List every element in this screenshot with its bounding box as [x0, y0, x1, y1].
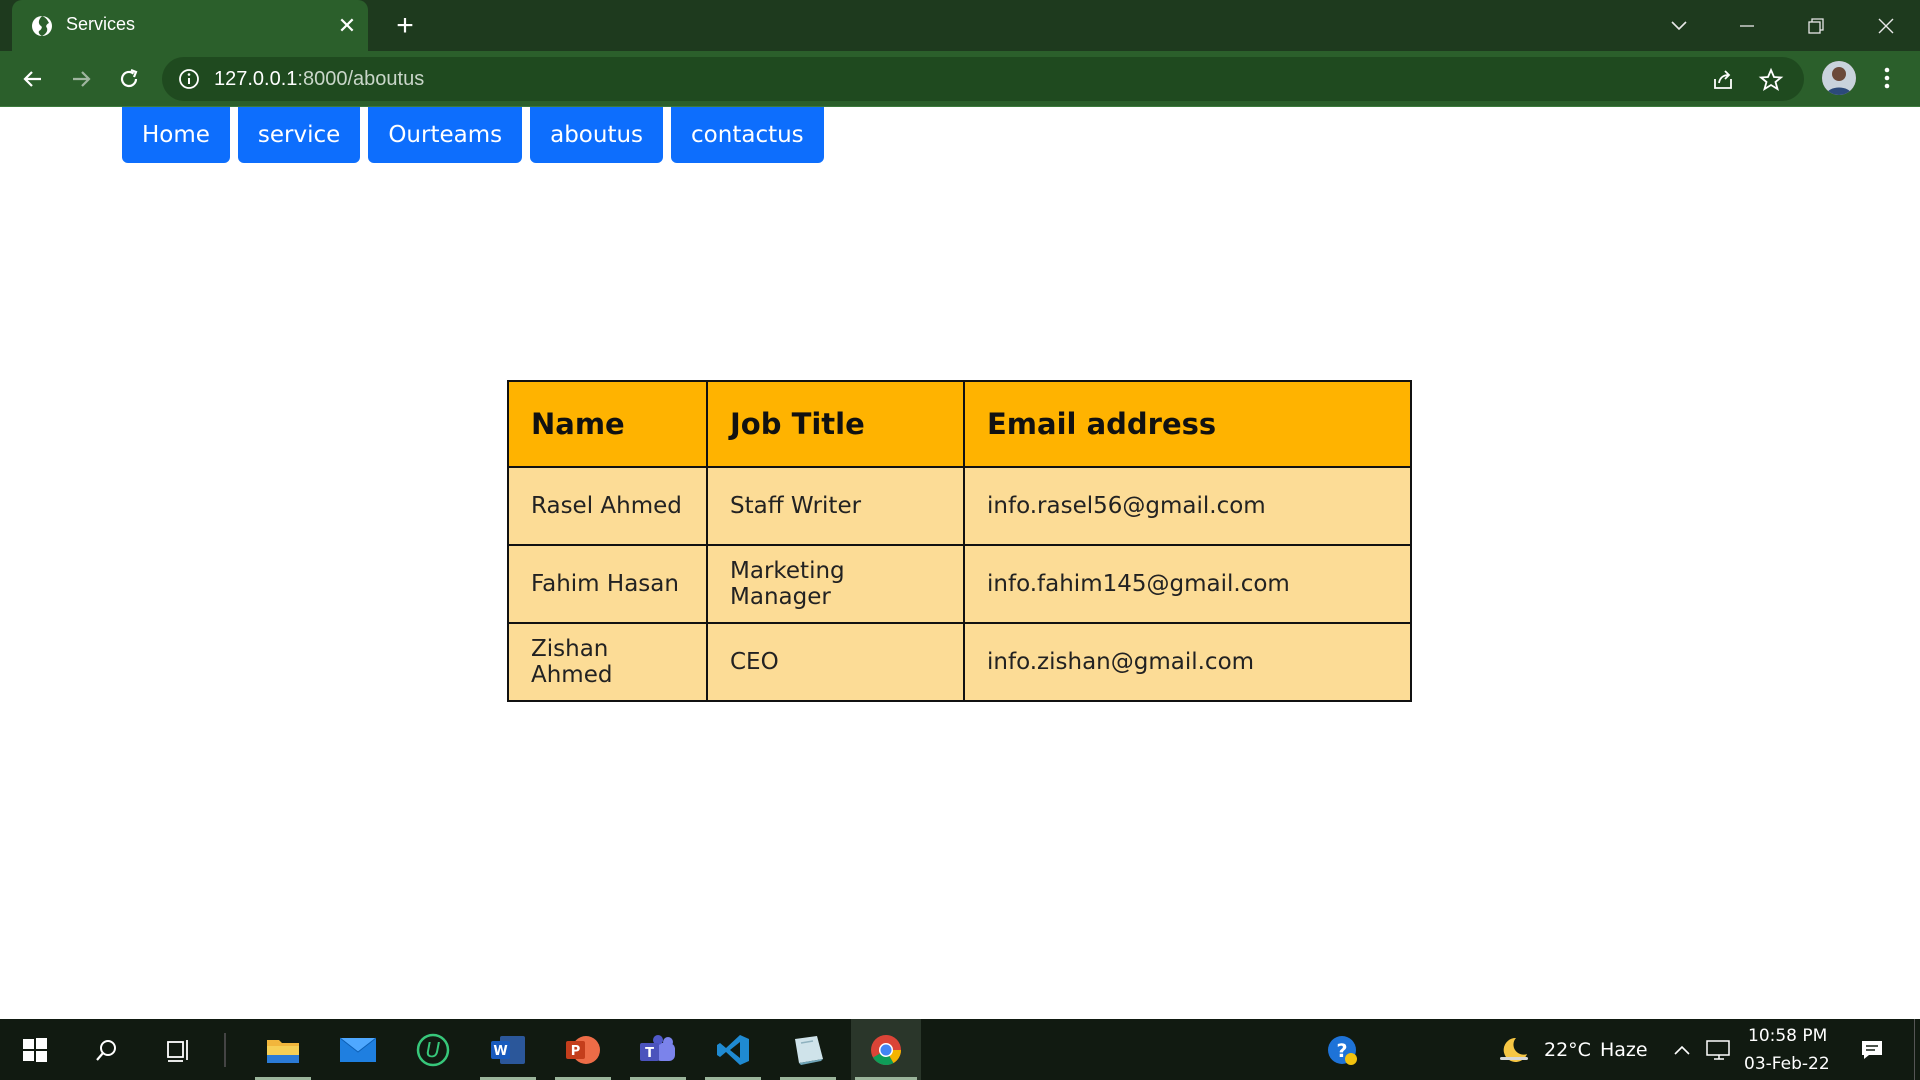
address-bar[interactable]: 127.0.0.1:8000/aboutus [162, 57, 1804, 101]
file-explorer-icon[interactable] [251, 1019, 315, 1080]
browser-tab[interactable]: Services ✕ [12, 0, 368, 51]
info-icon[interactable] [178, 68, 200, 90]
powerpoint-icon[interactable]: P [551, 1019, 615, 1080]
tab-close-icon[interactable]: ✕ [334, 13, 360, 39]
taskbar-divider [224, 1019, 226, 1080]
teams-icon[interactable]: T [626, 1019, 690, 1080]
minimize-icon[interactable] [1727, 8, 1767, 44]
main-nav: Home service Ourteams aboutus contactus [122, 107, 824, 163]
table-row: Fahim Hasan Marketing Manager info.fahim… [507, 544, 1412, 624]
nav-home-button[interactable]: Home [122, 107, 230, 163]
page-content: Home service Ourteams aboutus contactus … [0, 107, 1920, 1019]
svg-text:P: P [571, 1044, 581, 1059]
svg-text:W: W [493, 1044, 507, 1059]
cell-email: info.fahim145@gmail.com [963, 544, 1412, 624]
cell-email: info.rasel56@gmail.com [963, 466, 1412, 546]
clock-time[interactable]: 10:58 PM [1748, 1026, 1827, 1046]
cell-name: Rasel Ahmed [507, 466, 708, 546]
team-table: Name Job Title Email address Rasel Ahmed… [507, 380, 1412, 702]
vscode-icon[interactable] [701, 1019, 765, 1080]
windows-taskbar: U W P T ? 22°C Haze 10:58 PM 03-Feb-22 [0, 1019, 1920, 1080]
browser-toolbar: 127.0.0.1:8000/aboutus [0, 51, 1920, 108]
url-text: 127.0.0.1:8000/aboutus [214, 68, 425, 90]
table-row: Zishan Ahmed CEO info.zishan@gmail.com [507, 622, 1412, 702]
table-row: Rasel Ahmed Staff Writer info.rasel56@gm… [507, 466, 1412, 546]
cell-job-title: CEO [706, 622, 965, 702]
notes-app-icon[interactable] [776, 1019, 840, 1080]
nav-service-button[interactable]: service [237, 107, 361, 163]
cell-name: Fahim Hasan [507, 544, 708, 624]
help-icon[interactable]: ? [1320, 1019, 1364, 1080]
reload-icon[interactable] [114, 64, 144, 94]
mail-icon[interactable] [326, 1019, 390, 1080]
restore-icon[interactable] [1796, 8, 1836, 44]
show-hidden-icons-chevron-icon[interactable] [1670, 1019, 1694, 1080]
show-desktop-button[interactable] [1912, 1019, 1916, 1080]
close-window-icon[interactable] [1866, 8, 1906, 44]
nav-ourteams-button[interactable]: Ourteams [368, 107, 523, 163]
task-view-icon[interactable] [147, 1019, 211, 1080]
profile-avatar[interactable] [1822, 61, 1856, 95]
weather-moon-icon[interactable] [1494, 1019, 1534, 1080]
svg-text:T: T [645, 1046, 654, 1061]
svg-text:U: U [426, 1038, 441, 1062]
cell-name: Zishan Ahmed [507, 622, 708, 702]
nav-contactus-button[interactable]: contactus [671, 107, 824, 163]
tab-search-icon[interactable] [1659, 8, 1699, 44]
header-name: Name [507, 380, 708, 468]
bookmark-star-icon[interactable] [1758, 67, 1784, 93]
more-options-icon[interactable] [1874, 63, 1900, 93]
weather-desc[interactable]: Haze [1600, 1039, 1648, 1061]
search-icon[interactable] [75, 1019, 139, 1080]
nav-aboutus-button[interactable]: aboutus [530, 107, 664, 163]
browser-titlebar: Services ✕ + [0, 0, 1920, 51]
cell-job-title: Marketing Manager [706, 544, 965, 624]
clock-date[interactable]: 03-Feb-22 [1744, 1054, 1830, 1074]
globe-icon [32, 16, 52, 36]
header-email: Email address [963, 380, 1412, 468]
cell-email: info.zishan@gmail.com [963, 622, 1412, 702]
weather-temp[interactable]: 22°C [1544, 1039, 1591, 1061]
new-tab-icon[interactable]: + [390, 11, 420, 41]
word-icon[interactable]: W [476, 1019, 540, 1080]
chrome-icon[interactable] [851, 1019, 921, 1080]
network-icon[interactable] [1704, 1019, 1734, 1080]
windows-start-icon[interactable] [3, 1019, 67, 1080]
share-icon[interactable] [1710, 67, 1736, 93]
table-header-row: Name Job Title Email address [507, 380, 1412, 468]
tab-title: Services [66, 14, 136, 34]
upwork-icon[interactable]: U [401, 1019, 465, 1080]
forward-icon[interactable] [66, 64, 96, 94]
back-icon[interactable] [18, 64, 48, 94]
notifications-icon[interactable] [1852, 1019, 1892, 1080]
cell-job-title: Staff Writer [706, 466, 965, 546]
header-job-title: Job Title [706, 380, 965, 468]
